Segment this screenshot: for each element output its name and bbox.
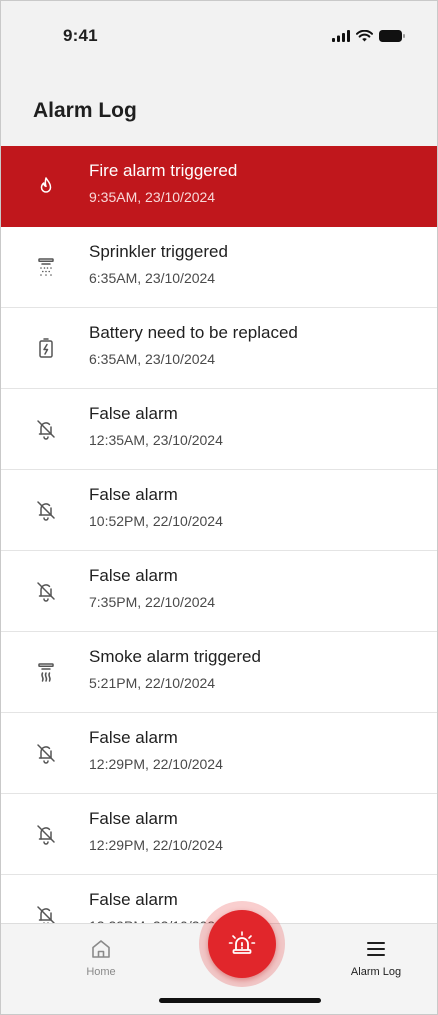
alarm-text: Sprinkler triggered 6:35AM, 23/10/2024 [89,242,228,286]
nav-label-home: Home [86,966,116,978]
alarm-title: Battery need to be replaced [89,323,298,342]
alarm-timestamp: 5:21PM, 22/10/2024 [89,675,216,691]
alarm-title: False alarm [89,728,178,747]
battery-charging-icon [1,308,89,388]
alarm-log-item[interactable]: False alarm 12:29PM, 22/10/2024 [1,794,437,875]
alarm-title: Fire alarm triggered [89,161,238,180]
alarm-title: False alarm [89,404,178,423]
alarm-title: False alarm [89,566,178,585]
bell-off-icon [1,875,89,923]
status-time: 9:41 [63,26,98,45]
alarm-log-item[interactable]: Smoke alarm triggered 5:21PM, 22/10/2024 [1,632,437,713]
alarm-timestamp: 12:29PM, 22/10/2024 [89,756,223,772]
alarm-log-item[interactable]: Battery need to be replaced 6:35AM, 23/10… [1,308,437,389]
home-indicator [159,998,321,1003]
bell-off-icon [1,551,89,631]
alarm-timestamp: 10:52PM, 22/10/2024 [89,513,223,529]
alarm-log-item[interactable]: Sprinkler triggered 6:35AM, 23/10/2024 [1,227,437,308]
bell-off-icon [1,794,89,874]
phone-screen: 9:41 Alarm Log Fire alarm triggered 9:35A… [0,0,438,1015]
alarm-text: Battery need to be replaced 6:35AM, 23/10… [89,323,298,367]
alarm-log-item[interactable]: False alarm 7:35PM, 22/10/2024 [1,551,437,632]
nav-label-alarm-log: Alarm Log [350,966,402,978]
status-icons [332,30,405,42]
sos-alarm-button[interactable] [208,910,276,978]
bell-off-icon [1,713,89,793]
alarm-text: False alarm 12:29PM, 22/10/2024 [89,809,223,853]
alarm-text: False alarm 12:29PM, 22/10/2024 [89,728,223,772]
alarm-timestamp: 12:29PM, 22/10/2024 [89,837,223,853]
alarm-log-item[interactable]: False alarm 12:35AM, 23/10/2024 [1,389,437,470]
alarm-title: Smoke alarm triggered [89,647,261,666]
siren-icon [228,931,256,954]
alarm-timestamp: 12:35AM, 23/10/2024 [89,432,223,448]
alarm-timestamp: 7:35PM, 22/10/2024 [89,594,216,610]
alarm-timestamp: 6:35AM, 23/10/2024 [89,270,216,286]
battery-icon [379,30,405,42]
flame-icon [1,146,89,226]
alarm-text: False alarm 7:35PM, 22/10/2024 [89,566,215,610]
status-bar: 9:41 [1,1,437,71]
bell-off-icon [1,470,89,550]
menu-icon [367,942,385,956]
alarm-log-item[interactable]: False alarm 12:29PM, 22/10/2024 [1,713,437,794]
wifi-icon [356,30,373,42]
signal-icon [332,30,350,42]
alarm-log-item[interactable]: False alarm 10:52PM, 22/10/2024 [1,470,437,551]
alarm-log-list[interactable]: Fire alarm triggered 9:35AM, 23/10/2024 Sp… [1,146,437,923]
alarm-timestamp: 9:35AM, 23/10/2024 [89,189,216,205]
sprinkler-icon [1,227,89,307]
home-icon [92,940,110,958]
nav-tab-alarm-log[interactable]: Alarm Log [341,938,411,978]
alarm-text: False alarm 10:52PM, 22/10/2024 [89,485,223,529]
page-title: Alarm Log [33,99,137,122]
alarm-text: Smoke alarm triggered 5:21PM, 22/10/2024 [89,647,261,691]
nav-tab-home[interactable]: Home [73,938,129,978]
alarm-title: Sprinkler triggered [89,242,228,261]
alarm-timestamp: 6:35AM, 23/10/2024 [89,351,216,367]
alarm-log-item[interactable]: Fire alarm triggered 9:35AM, 23/10/2024 [1,146,437,227]
bell-off-icon [1,389,89,469]
app-header: Alarm Log [1,71,437,146]
smoke-detector-icon [1,632,89,712]
alarm-text: Fire alarm triggered 9:35AM, 23/10/2024 [89,161,237,205]
alarm-title: False alarm [89,890,178,909]
alarm-title: False alarm [89,485,178,504]
alarm-title: False alarm [89,809,178,828]
alarm-text: False alarm 12:35AM, 23/10/2024 [89,404,223,448]
alarm-text: False alarm12:29PM, 22/10/2024 [89,890,223,923]
